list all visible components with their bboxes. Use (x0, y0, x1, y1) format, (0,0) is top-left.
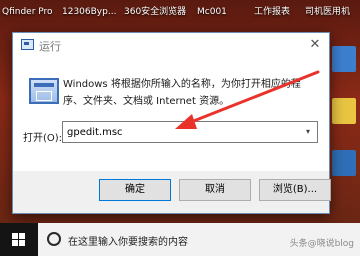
cortana-icon (47, 232, 61, 246)
desktop-icon-driver[interactable]: 司机医用机 (305, 7, 350, 18)
start-button[interactable] (0, 223, 38, 256)
desktop-icon-mc001[interactable]: Mc001 (197, 7, 227, 18)
desktop-document-icon[interactable] (332, 150, 356, 176)
run-dialog: 运行 ✕ Windows 将根据你所输入的名称，为你打开相应的程序、文件夹、文档… (12, 32, 331, 214)
run-app-icon (21, 39, 34, 50)
cancel-button[interactable]: 取消 (179, 179, 251, 201)
open-input[interactable] (63, 122, 301, 142)
taskbar-search-box[interactable]: 在这里输入你要搜索的内容 头条@晓说blog (38, 223, 360, 256)
chevron-down-icon[interactable]: ▾ (302, 126, 314, 138)
desktop-icon-qfinder[interactable]: Qfinder Pro (2, 7, 53, 18)
dialog-title: 运行 (39, 40, 61, 53)
windows-logo-icon-part (19, 240, 25, 246)
title-bar[interactable]: 运行 ✕ (13, 33, 329, 57)
open-combobox[interactable]: ▾ (62, 121, 318, 143)
open-label: 打开(O): (23, 133, 63, 144)
watermark: 头条@晓说blog (289, 239, 354, 249)
dialog-content: Windows 将根据你所输入的名称，为你打开相应的程序、文件夹、文档或 Int… (13, 57, 329, 171)
windows-logo-icon-part (19, 233, 25, 239)
desktop-file-icon[interactable] (332, 46, 356, 72)
run-dialog-icon (29, 78, 59, 104)
close-button[interactable]: ✕ (301, 33, 329, 57)
desktop-icon-work-report[interactable]: 工作报表 (254, 7, 290, 18)
dialog-description: Windows 将根据你所输入的名称，为你打开相应的程序、文件夹、文档或 Int… (63, 79, 301, 107)
windows-logo-icon-part (12, 240, 18, 246)
desktop-folder-icon[interactable] (332, 98, 356, 124)
desktop-icon-360-browser[interactable]: 360安全浏览器 (124, 7, 186, 18)
desktop-icon-12306bypass[interactable]: 12306Byp... (62, 7, 116, 18)
search-placeholder: 在这里输入你要搜索的内容 (68, 237, 188, 248)
windows-logo-icon (12, 233, 18, 239)
ok-button[interactable]: 确定 (99, 179, 171, 201)
browse-button[interactable]: 浏览(B)... (259, 179, 331, 201)
taskbar: 在这里输入你要搜索的内容 头条@晓说blog (0, 223, 360, 256)
